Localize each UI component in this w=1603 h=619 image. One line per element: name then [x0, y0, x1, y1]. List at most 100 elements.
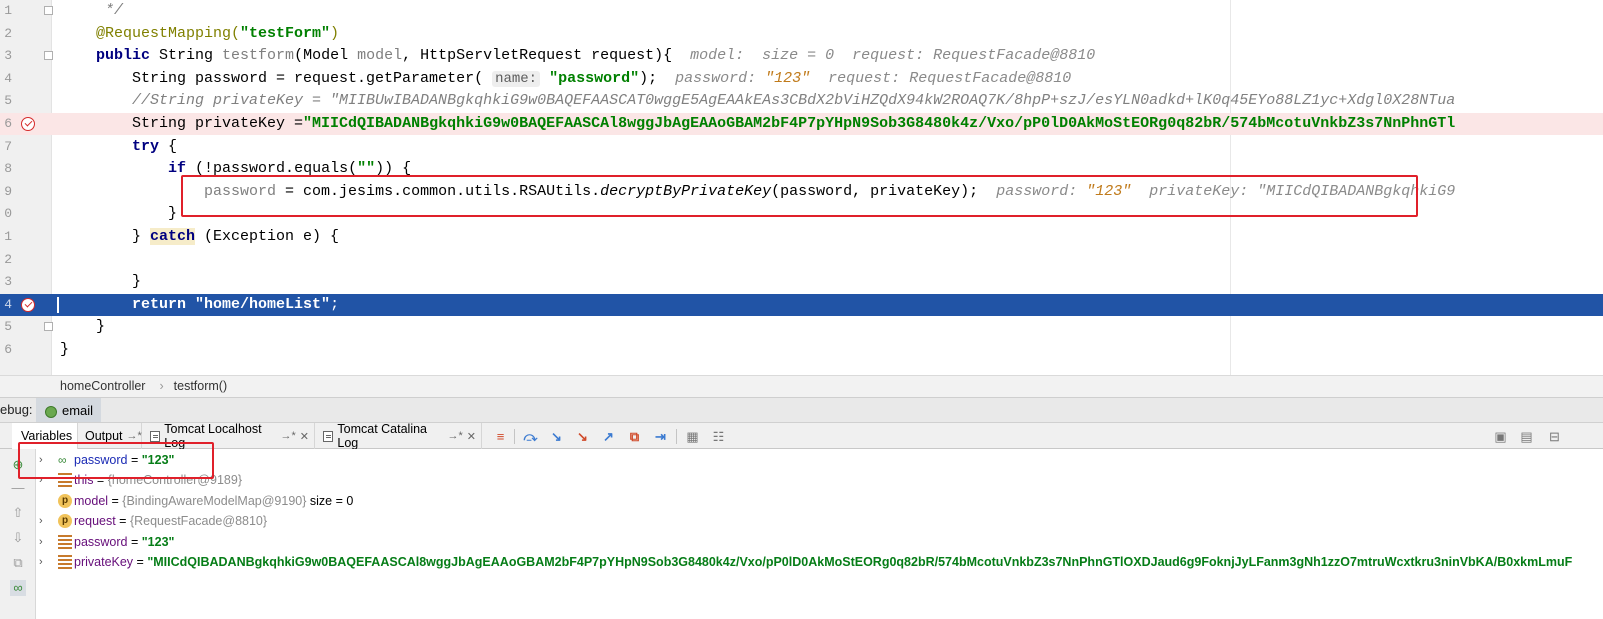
layout-settings-icon[interactable]: ▤: [1518, 428, 1535, 445]
code-token: );: [639, 69, 676, 87]
code-token: ): [330, 24, 340, 42]
code-line[interactable]: 8 if (!password.equals("")) {: [0, 158, 1603, 180]
inline-debug-hint: password:: [675, 69, 766, 87]
tab-tomcat-catalina-log[interactable]: Tomcat Catalina Log →* ✕: [318, 422, 482, 450]
expand-chevron-icon[interactable]: ›: [39, 511, 43, 531]
code-line[interactable]: 3 }: [0, 271, 1603, 293]
tab-close-icon[interactable]: ✕: [300, 430, 309, 443]
pin-tab-icon[interactable]: ⊟: [1546, 428, 1563, 445]
tab-variables[interactable]: Variables: [12, 423, 78, 449]
fold-icon[interactable]: [44, 6, 53, 15]
variable-text: model = {BindingAwareModelMap@9190} size…: [74, 491, 353, 511]
parameter-name-hint: name:: [492, 70, 541, 87]
step-over-icon[interactable]: ⤼: [522, 428, 539, 445]
fold-icon[interactable]: [44, 322, 53, 332]
text-caret: [57, 296, 59, 313]
debug-session-tab[interactable]: email: [36, 398, 102, 423]
code-line[interactable]: 6 String privateKey ="MIICdQIBADANBgkqhk…: [0, 113, 1603, 135]
breakpoint-icon[interactable]: [21, 297, 35, 312]
evaluate-expression-icon[interactable]: ▦: [684, 428, 701, 445]
code-line[interactable]: 1 */: [0, 0, 1603, 22]
code-editor[interactable]: 1 */2 @RequestMapping("testForm") 3 publi…: [0, 0, 1603, 375]
trace-icon[interactable]: ☷: [710, 428, 727, 445]
variable-row-privatekey[interactable]: › privateKey = "MIICdQIBADANBgkqhkiG9w0BA…: [36, 552, 1603, 572]
variable-equals: =: [127, 534, 142, 549]
code-line[interactable]: 0 }: [0, 203, 1603, 225]
parameter-icon: p: [58, 514, 72, 529]
code-token: = com.jesims.common.utils.RSAUtils.: [276, 182, 601, 200]
duplicate-watch-icon[interactable]: ⧉: [10, 555, 26, 571]
line-number: 3: [4, 274, 12, 290]
tab-tomcat-catalina-label: Tomcat Catalina Log: [337, 422, 427, 450]
run-to-cursor-icon[interactable]: ⇥: [652, 428, 669, 445]
line-number: 0: [4, 206, 12, 222]
expand-chevron-icon[interactable]: ›: [39, 532, 43, 552]
move-up-icon[interactable]: ⇧: [10, 505, 26, 521]
inline-debug-hint: request: RequestFacade@8810: [810, 69, 1072, 87]
tab-output[interactable]: Output →*: [80, 423, 142, 449]
variable-row-request[interactable]: › p request = {RequestFacade@8810}: [36, 511, 1603, 531]
restore-layout-icon[interactable]: ▣: [1492, 428, 1509, 445]
code-token: catch: [150, 228, 196, 245]
tab-tomcat-localhost-log[interactable]: Tomcat Localhost Log →* ✕: [145, 422, 315, 450]
code-text: }: [60, 339, 69, 361]
code-line[interactable]: 5 //String privateKey = "MIIBUwIBADANBgk…: [0, 90, 1603, 112]
line-number: 2: [4, 251, 12, 267]
line-number: 4: [4, 70, 12, 86]
expand-chevron-icon[interactable]: ›: [39, 552, 43, 572]
expand-chevron-icon[interactable]: ›: [39, 470, 43, 490]
code-text: try {: [60, 136, 177, 158]
variable-row-model[interactable]: p model = {BindingAwareModelMap@9190} siz…: [36, 491, 1603, 511]
code-line[interactable]: 2 @RequestMapping("testForm"): [0, 23, 1603, 45]
variable-row-password[interactable]: › ∞ password = "123": [36, 450, 1603, 470]
drop-frame-icon[interactable]: ⧉: [626, 428, 643, 445]
variable-value: "123": [141, 534, 175, 549]
variable-row-this[interactable]: › this = {homeController@9189}: [36, 470, 1603, 490]
code-line[interactable]: 3 public String testform(Model model, Ht…: [0, 45, 1603, 67]
tab-close-icon[interactable]: ✕: [467, 430, 476, 443]
variable-row-password[interactable]: › password = "123": [36, 532, 1603, 552]
variable-value: "MIICdQIBADANBgkqhkiG9w0BAQEFAASCAl8wggJ…: [147, 555, 1573, 569]
code-line[interactable]: 9 password = com.jesims.common.utils.RSA…: [0, 181, 1603, 203]
code-text: if (!password.equals("")) {: [60, 158, 411, 180]
tab-variables-label: Variables: [21, 429, 73, 443]
variable-equals: =: [127, 453, 142, 467]
log-icon: [323, 430, 334, 442]
code-token: "password": [549, 69, 640, 87]
show-execution-point-icon[interactable]: ≡: [492, 428, 509, 445]
force-step-into-icon[interactable]: ↘: [574, 428, 591, 445]
breadcrumb-method[interactable]: testform(): [174, 379, 227, 393]
remove-watch-icon[interactable]: —: [10, 480, 26, 496]
line-number: 2: [4, 25, 12, 41]
code-token: String privateKey =: [60, 115, 304, 132]
code-token: "123": [765, 69, 811, 87]
code-line[interactable]: 5 }: [0, 316, 1603, 338]
variables-panel: ⊕ — ⇧ ⇩ ⧉ ∞ › ∞ password = "123" › this = {h…: [0, 442, 1603, 619]
code-token: model: [357, 47, 403, 65]
variable-text: this = {homeController@9189}: [74, 470, 242, 490]
code-text: String password = request.getParameter( …: [60, 68, 1071, 90]
code-line[interactable]: 4 String password = request.getParameter…: [0, 68, 1603, 90]
step-into-icon[interactable]: ↘: [548, 428, 565, 445]
show-watches-icon[interactable]: ∞: [10, 580, 26, 596]
fold-icon[interactable]: [44, 51, 53, 61]
step-out-icon[interactable]: ↗: [600, 428, 617, 445]
code-token: if: [168, 160, 196, 178]
code-token: password: [204, 182, 277, 200]
variable-equals: =: [115, 514, 130, 529]
debug-label: ebug:: [0, 402, 33, 417]
code-line[interactable]: 2: [0, 249, 1603, 271]
expand-chevron-icon[interactable]: ›: [39, 450, 43, 470]
code-line-current[interactable]: 4 return "home/homeList";: [0, 293, 1603, 316]
code-line[interactable]: 6}: [0, 339, 1603, 361]
code-line[interactable]: 7 try {: [0, 136, 1603, 158]
breakpoint-icon[interactable]: [21, 117, 35, 131]
new-watch-icon[interactable]: ⊕: [10, 457, 26, 473]
move-down-icon[interactable]: ⇩: [10, 530, 26, 546]
code-line[interactable]: 1 } catch (Exception e) {: [0, 226, 1603, 248]
breadcrumb-class[interactable]: homeController: [60, 379, 145, 393]
tab-pin-icon: →*: [447, 430, 463, 442]
variable-name: privateKey: [74, 555, 134, 569]
